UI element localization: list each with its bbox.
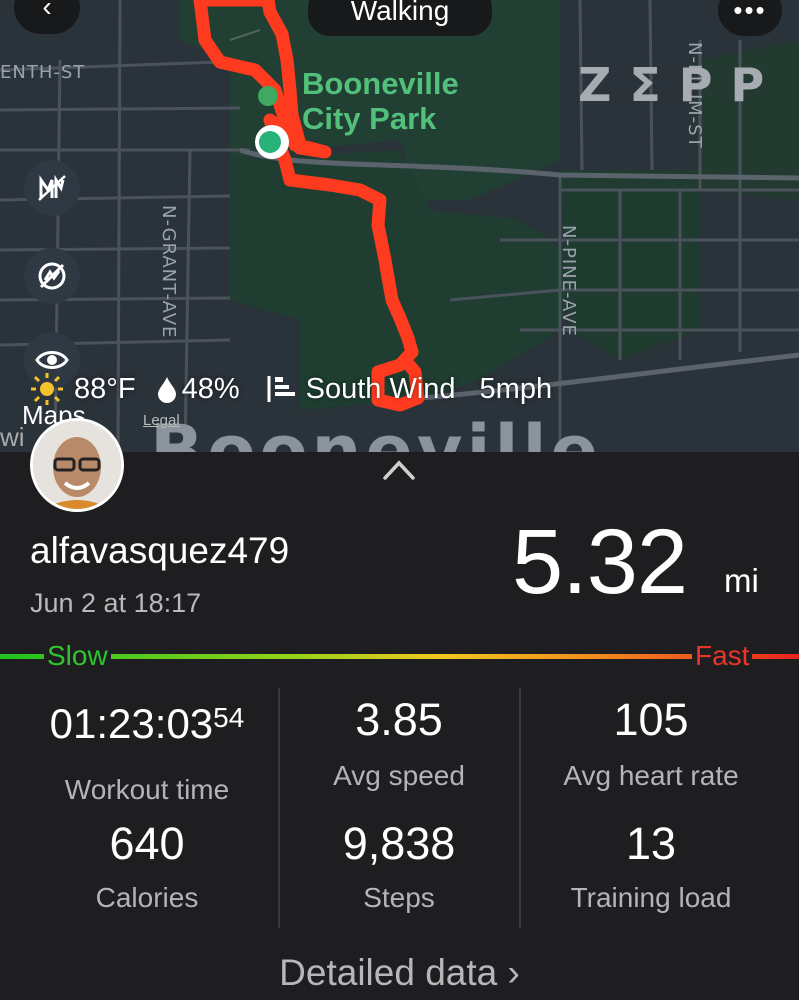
humidity: 48% [181,372,240,405]
sun-icon [31,373,63,405]
distance-unit: mi [724,562,759,599]
distance-value: 5.32 [512,511,688,613]
mile-markers-icon [38,174,66,201]
workout-time-label: Workout time [64,774,230,805]
chevron-left-icon: ‹ [42,0,52,22]
expand-chevron-up-icon[interactable] [382,458,416,482]
start-marker [259,131,281,153]
route-map[interactable]: ENTH-ST N-GRANT-AVE N-PINE-AVE N-PLUM-ST… [0,0,799,452]
workout-datetime: Jun 2 at 18:17 [30,588,202,618]
wind-flag-icon [267,376,295,402]
route-hidden-icon [38,262,66,290]
route-toggle-button[interactable] [24,248,80,304]
more-dots-icon: ••• [733,0,767,25]
avatar[interactable] [30,418,124,512]
wind-direction: South Wind [305,372,456,405]
steps-value: 9,838 [342,818,456,869]
workout-time-value: 01:23:0354 [49,700,245,747]
avatar-photo [33,421,121,509]
steps-label: Steps [363,882,435,913]
avg-heart-rate-value: 105 [613,694,689,745]
park-label: Booneville City Park [302,66,459,136]
pace-gradient-bar [0,654,799,659]
training-load-label: Training load [570,882,732,913]
eye-icon [35,351,69,369]
calories-label: Calories [95,882,199,913]
activity-mode-pill[interactable]: Walking [308,0,492,36]
temperature: 88°F [74,372,136,405]
street-label-grant: N-GRANT-AVE [158,205,179,339]
wi-fragment: wi [0,422,25,452]
drop-icon [157,377,176,403]
chevron-right-icon: › [507,952,520,993]
weather-bar: 88°F 48% South Wind 5mph [30,372,558,406]
town-label: Booneville [150,410,602,452]
street-label-tenth: ENTH-ST [0,62,86,83]
pace-slow-label: Slow [44,640,111,672]
pace-fast-label: Fast [692,640,753,672]
avg-heart-rate-label: Avg heart rate [563,760,739,791]
legal-link[interactable]: Legal [143,412,180,429]
street-label-pine: N-PINE-AVE [558,225,579,337]
detailed-data-link[interactable]: Detailed data › [0,952,799,994]
avg-speed-label: Avg speed [333,760,465,791]
park-pin-icon [258,86,278,106]
mile-markers-button[interactable] [24,160,80,216]
training-load-value: 13 [625,818,677,869]
username: alfavasquez479 [30,530,290,571]
zepp-watermark: ZΣPP [578,58,783,112]
calories-value: 640 [109,818,185,869]
avg-speed-value: 3.85 [355,694,443,745]
wind-speed: 5mph [479,372,553,405]
